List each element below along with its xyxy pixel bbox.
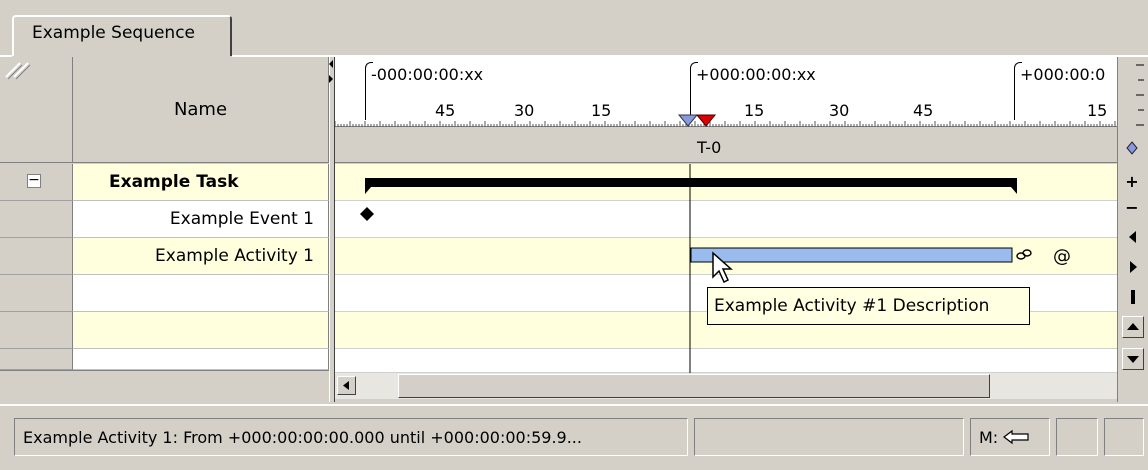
arrow-right-icon[interactable] [1124, 258, 1142, 276]
marker-red-icon[interactable] [695, 114, 717, 127]
name-header-label: Name [173, 99, 228, 120]
splitter-arrows-icon [329, 60, 333, 83]
ruler-tick-label: 30 [514, 101, 535, 120]
horizontal-scroll-thumb[interactable] [398, 374, 990, 398]
ruler-minor-ticks [335, 121, 1116, 127]
t0-label: T-0 [697, 138, 722, 157]
ruler-segment-label: +000:00:00:xx [696, 65, 816, 84]
row-name: Example Event 1 [169, 209, 314, 229]
name-cell-task[interactable]: Example Task [73, 164, 329, 201]
status-field-small [1104, 418, 1144, 456]
minus-icon[interactable]: − [1120, 196, 1144, 220]
pointer-hand-icon [1003, 429, 1029, 445]
timeline-ruler[interactable]: -000:00:00:xx +000:00:00:xx +000:00:0 45… [335, 57, 1117, 127]
t0-band: T-0 [335, 128, 1117, 163]
ruler-segment-label: +000:00:0 [1020, 65, 1106, 84]
mouse-cursor-icon [712, 251, 733, 284]
activity-bar[interactable] [690, 247, 1013, 263]
name-cell[interactable]: Example Activity 1 [73, 238, 329, 275]
status-field-empty [694, 418, 964, 456]
status-message-text: Example Activity 1: From +000:00:00:00.0… [23, 427, 582, 447]
tooltip-text: Example Activity #1 Description [714, 296, 990, 316]
mode-label: M: [979, 427, 999, 447]
mode-field[interactable]: M: [970, 418, 1050, 456]
arrow-left-icon[interactable] [1124, 228, 1142, 246]
name-cell[interactable] [73, 312, 329, 349]
collapse-icon[interactable]: − [27, 173, 41, 188]
row-handle[interactable] [0, 275, 73, 312]
ruler-tick-label: 15 [591, 101, 612, 120]
row-name: Example Task [109, 172, 239, 192]
marker-blue-icon[interactable] [677, 114, 699, 127]
name-cell[interactable]: Example Event 1 [73, 201, 329, 238]
status-field-small [1056, 418, 1098, 456]
name-cell[interactable] [73, 349, 329, 370]
status-message: Example Activity 1: From +000:00:00:00.0… [14, 418, 688, 456]
zoom-scale-icon[interactable] [1120, 60, 1146, 130]
time-markers[interactable] [675, 113, 725, 127]
scroll-down-button[interactable] [1122, 348, 1144, 370]
name-cell[interactable] [73, 275, 329, 312]
tab-example-sequence[interactable]: Example Sequence [12, 15, 232, 56]
ruler-tick-label: 15 [744, 101, 765, 120]
ruler-tick-label: 15 [1087, 101, 1108, 120]
task-summary-bar[interactable] [365, 178, 1017, 194]
scroll-left-button[interactable] [337, 376, 356, 395]
name-column-header[interactable]: Name [73, 57, 329, 163]
arrow-down-icon [1127, 356, 1139, 363]
tooltip: Example Activity #1 Description [707, 287, 1030, 325]
bar-icon[interactable] [1124, 288, 1142, 306]
row-handle[interactable] [0, 349, 73, 370]
ruler-tick-label: 45 [435, 101, 456, 120]
ruler-tick-label: 30 [829, 101, 850, 120]
ruler-tick-label: 45 [913, 101, 934, 120]
grip-icon [5, 62, 31, 80]
ruler-segment-label: -000:00:00:xx [371, 65, 484, 84]
row-name: Example Activity 1 [155, 246, 314, 266]
resource-at-icon[interactable]: @ [1053, 246, 1071, 267]
link-icon[interactable] [1016, 249, 1032, 260]
event-diamond-icon[interactable] [360, 207, 374, 221]
row-handle[interactable] [0, 238, 73, 275]
plus-icon[interactable]: + [1120, 170, 1144, 194]
left-scroll-area [0, 370, 329, 402]
arrow-up-icon [1127, 323, 1139, 330]
row-handle[interactable] [0, 201, 73, 238]
corner-cell [0, 57, 73, 163]
scroll-up-button[interactable] [1122, 316, 1144, 338]
zoom-diamond-icon[interactable] [1124, 140, 1140, 156]
tab-label: Example Sequence [32, 23, 196, 43]
arrow-left-icon [343, 381, 349, 390]
row-handle[interactable] [0, 312, 73, 349]
